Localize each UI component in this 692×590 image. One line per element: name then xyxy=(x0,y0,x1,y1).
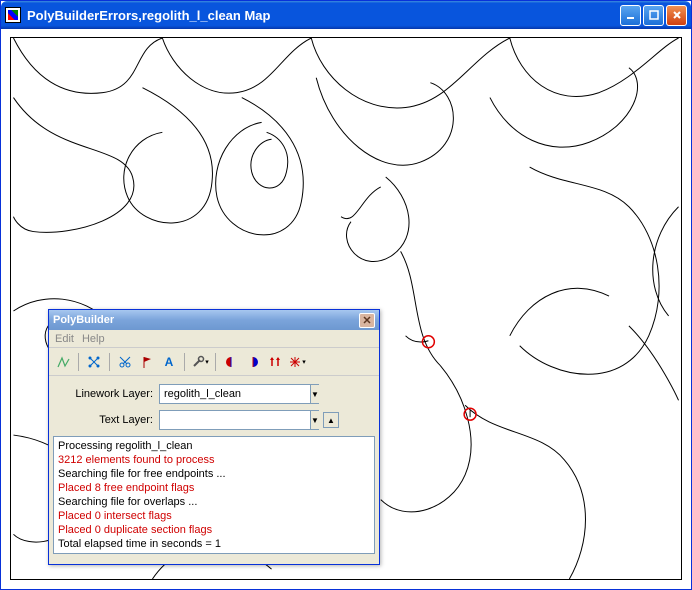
text-layer-combo[interactable]: ▼ xyxy=(159,410,319,430)
log-line: Total elapsed time in seconds = 1 xyxy=(58,537,370,551)
dialog-menu: Edit Help xyxy=(49,330,379,348)
text-layer-input[interactable] xyxy=(160,411,310,429)
main-title: PolyBuilderErrors,regolith_l_clean Map xyxy=(27,8,270,23)
linework-input[interactable] xyxy=(160,385,310,403)
dropdown-arrow-icon: ▾ xyxy=(302,358,306,366)
log-line: Searching file for overlaps ... xyxy=(58,495,370,509)
log-line: Placed 0 intersect flags xyxy=(58,509,370,523)
main-window: PolyBuilderErrors,regolith_l_clean Map xyxy=(0,0,692,590)
log-line: 3212 elements found to process xyxy=(58,453,370,467)
range-tool-button[interactable] xyxy=(265,352,285,372)
next-tool-button[interactable] xyxy=(243,352,263,372)
main-titlebar[interactable]: PolyBuilderErrors,regolith_l_clean Map xyxy=(1,1,691,29)
maximize-button[interactable] xyxy=(643,5,664,26)
scissors-icon xyxy=(118,355,132,369)
arrows-icon xyxy=(268,355,282,369)
dropdown-arrow-icon: ▾ xyxy=(205,358,209,366)
flag-tool-button[interactable] xyxy=(137,352,157,372)
app-icon xyxy=(5,7,21,23)
dialog-titlebar[interactable]: PolyBuilder xyxy=(49,310,379,330)
log-line: Searching file for free endpoints ... xyxy=(58,467,370,481)
chevron-down-icon: ▼ xyxy=(311,390,319,399)
prev-tool-button[interactable] xyxy=(221,352,241,372)
settings-tool-button[interactable]: ▾ xyxy=(190,352,210,372)
minimize-button[interactable] xyxy=(620,5,641,26)
linework-combo[interactable]: ▼ xyxy=(159,384,319,404)
dialog-title: PolyBuilder xyxy=(53,314,114,326)
combo-dropdown-button[interactable]: ▼ xyxy=(310,385,319,403)
fields-panel: Linework Layer: ▼ Text Layer: ▼ ▲ xyxy=(49,376,379,436)
log-line: Placed 0 duplicate section flags xyxy=(58,523,370,537)
delete-tool-button[interactable]: ▾ xyxy=(287,352,307,372)
combo-dropdown-button[interactable]: ▼ xyxy=(310,411,319,429)
log-output[interactable]: Processing regolith_l_clean 3212 element… xyxy=(53,436,375,554)
main-content: PolyBuilder Edit Help A ▾ xyxy=(4,31,688,586)
chevron-up-icon: ▲ xyxy=(327,416,335,425)
log-line: Processing regolith_l_clean xyxy=(58,439,370,453)
wrench-icon xyxy=(191,355,205,369)
text-tool-button[interactable]: A xyxy=(159,352,179,372)
polybuilder-dialog[interactable]: PolyBuilder Edit Help A ▾ xyxy=(48,309,380,565)
linework-label: Linework Layer: xyxy=(59,388,159,400)
chevron-down-icon: ▼ xyxy=(311,416,319,425)
menu-edit[interactable]: Edit xyxy=(55,333,74,345)
log-line: Placed 8 free endpoint flags xyxy=(58,481,370,495)
letter-a-icon: A xyxy=(165,355,174,369)
dialog-close-button[interactable] xyxy=(359,313,375,328)
close-button[interactable] xyxy=(666,5,687,26)
close-icon xyxy=(363,316,371,324)
burst-icon xyxy=(288,355,302,369)
node-tool-button[interactable] xyxy=(84,352,104,372)
scroll-up-button[interactable]: ▲ xyxy=(323,412,339,428)
half-right-icon xyxy=(246,355,260,369)
scissors-tool-button[interactable] xyxy=(115,352,135,372)
flag-icon xyxy=(140,355,154,369)
dialog-toolbar: A ▾ ▾ xyxy=(49,348,379,376)
zigzag-icon xyxy=(56,355,70,369)
nodes-icon xyxy=(87,355,101,369)
line-tool-button[interactable] xyxy=(53,352,73,372)
half-left-icon xyxy=(224,355,238,369)
menu-help[interactable]: Help xyxy=(82,333,105,345)
text-layer-label: Text Layer: xyxy=(59,414,159,426)
